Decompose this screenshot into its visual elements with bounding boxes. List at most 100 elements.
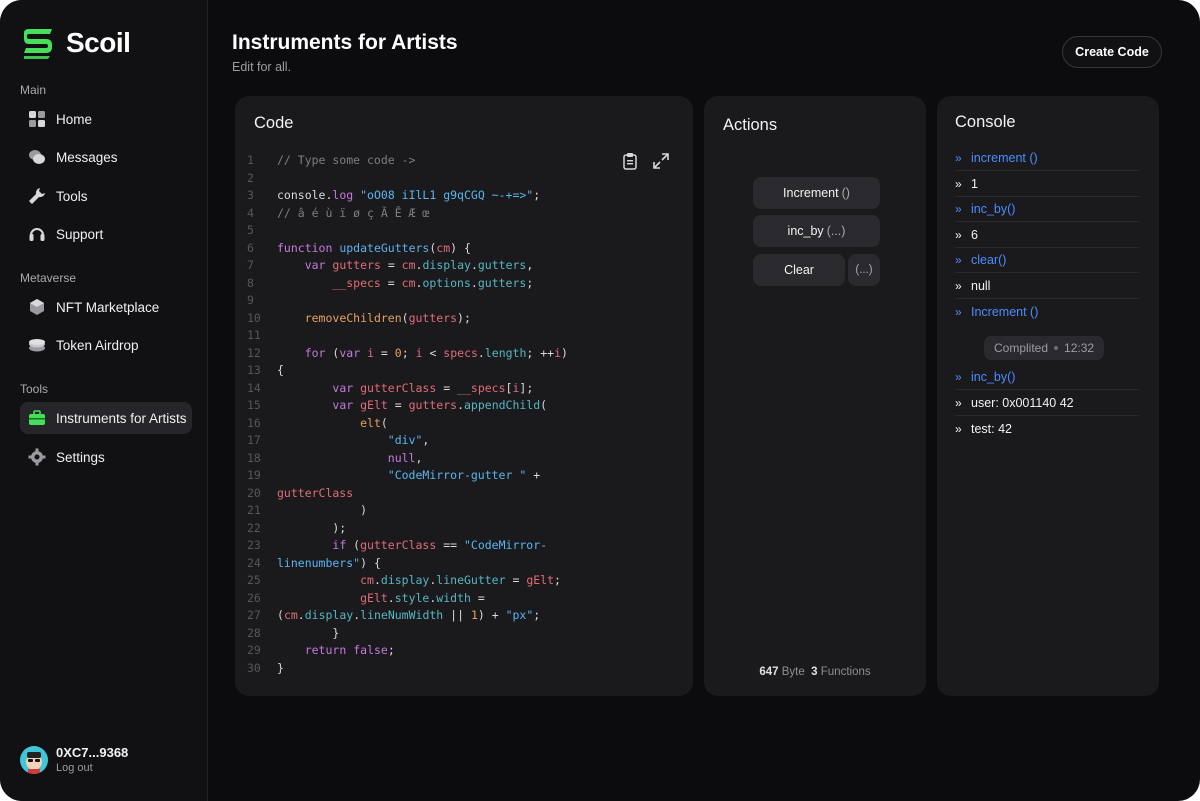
grid-icon <box>28 110 46 128</box>
console-call-row[interactable]: » clear() <box>955 248 1139 274</box>
line-number: 23 <box>247 538 261 552</box>
sidebar-item-nft-marketplace[interactable]: NFT Marketplace <box>20 291 192 323</box>
line-code: cm.display.lineGutter = gElt; <box>277 572 561 590</box>
console-row-text: 1 <box>971 176 978 191</box>
line-number: 21 <box>247 503 261 517</box>
completed-badge: Complited 12:32 <box>984 336 1105 360</box>
sidebar-item-instruments-for-artists[interactable]: Instruments for Artists <box>20 402 192 434</box>
code-token: cm <box>283 608 298 622</box>
code-line: 16 elt( <box>247 415 687 433</box>
code-token: , <box>415 450 423 465</box>
code-token: ( <box>401 310 409 325</box>
code-token: i <box>415 345 423 360</box>
code-token: , <box>526 258 534 272</box>
line-number: 20 <box>247 485 261 500</box>
code-line: 3 console.log "oO08 iIlL1 g9qCGQ ~-+=>"; <box>247 187 687 205</box>
sidebar-item-token-airdrop[interactable]: Token Airdrop <box>20 329 192 361</box>
console-output-row: » 6 <box>955 223 1139 248</box>
sidebar-item-messages[interactable]: Messages <box>20 141 192 173</box>
clear-button[interactable]: Clear <box>753 254 845 286</box>
code-line: 8 __specs = cm.options.gutters; <box>247 275 687 293</box>
brand-logo[interactable]: Scoil <box>20 26 131 60</box>
console-call-row[interactable]: » inc_by() <box>955 197 1139 223</box>
code-panel: Code 1// Type some code -> 2 3 console.log … <box>235 96 693 696</box>
line-code: // â é ù ï ø ç Ã Ē Æ œ <box>277 205 429 223</box>
code-line: 9 <box>247 292 687 310</box>
code-token: ( <box>380 415 388 430</box>
page-subtitle: Edit for all. <box>232 60 292 74</box>
line-number: 4 <box>247 205 254 220</box>
sidebar-item-settings[interactable]: Settings <box>20 441 192 473</box>
code-token: ]; <box>519 380 534 395</box>
console-row-text: null <box>971 279 991 293</box>
code-token: appendChild <box>464 398 541 412</box>
code-token: . <box>477 345 485 360</box>
sidebar-item-home[interactable]: Home <box>20 103 192 135</box>
chevron-right-icon: » <box>955 370 962 384</box>
line-code: } <box>277 660 284 678</box>
console-call-row[interactable]: » increment () <box>955 146 1139 171</box>
chat-icon <box>28 148 46 166</box>
chevron-right-icon: » <box>955 151 962 165</box>
code-token: for <box>304 345 326 360</box>
code-token: = <box>380 275 402 290</box>
code-line: 11 <box>247 327 687 345</box>
sidebar-item-support[interactable]: Support <box>20 218 192 250</box>
sidebar-item-tools[interactable]: Tools <box>20 180 192 212</box>
code-token: cm <box>436 240 451 255</box>
sidebar-item-label: Tools <box>56 188 88 204</box>
line-number: 30 <box>247 660 261 675</box>
code-token: . <box>297 608 305 622</box>
wrench-icon <box>28 187 46 205</box>
actions-panel: Actions Increment () inc_by (...) Clear … <box>704 96 926 696</box>
line-code: var gElt = gutters.appendChild( <box>277 397 547 415</box>
code-line: 27 (cm.display.lineNumWidth || 1) + "px"; <box>247 607 687 625</box>
code-token: || <box>443 608 471 622</box>
code-token: cm <box>360 573 374 587</box>
code-token: . <box>387 590 395 605</box>
code-token: log <box>332 188 354 202</box>
code-stats: 647 Byte 3 Functions <box>704 666 926 678</box>
code-token: var <box>304 258 326 272</box>
code-token: __specs <box>457 380 506 395</box>
code-token: if <box>332 538 347 552</box>
line-code: console.log "oO08 iIlL1 g9qCGQ ~-+=>"; <box>277 187 540 205</box>
code-token: ; <box>533 608 541 622</box>
code-token: ; <box>533 188 541 202</box>
logout-link[interactable]: Log out <box>56 762 128 774</box>
gear-icon <box>28 448 46 466</box>
clear-args-button[interactable]: (...) <box>848 254 880 286</box>
code-token: options <box>422 275 471 290</box>
user-profile[interactable]: 0XC7...9368 Log out <box>20 745 128 774</box>
code-token: ; <box>401 345 416 360</box>
code-token: . <box>457 398 464 412</box>
console-call-row[interactable]: » inc_by() <box>955 365 1139 390</box>
chevron-right-icon: » <box>955 279 962 293</box>
code-token: 1 <box>470 608 478 622</box>
code-line: 2 <box>247 170 687 188</box>
chevron-right-icon: » <box>955 305 962 320</box>
inc-by-button[interactable]: inc_by (...) <box>753 215 880 247</box>
code-line: 24 linenumbers") { <box>247 555 687 573</box>
code-token: ; <box>526 275 534 290</box>
line-number: 15 <box>247 398 261 412</box>
console-call-row[interactable]: » Increment () <box>955 300 1139 325</box>
line-code: (cm.display.lineNumWidth || 1) + "px"; <box>277 607 540 625</box>
line-code: var gutterClass = __specs[i]; <box>277 380 533 398</box>
line-number: 25 <box>247 573 261 587</box>
increment-button[interactable]: Increment () <box>753 177 880 209</box>
create-code-button[interactable]: Create Code <box>1062 36 1162 68</box>
headset-icon <box>28 225 46 243</box>
code-token: cm <box>401 275 416 290</box>
code-editor[interactable]: 1// Type some code -> 2 3 console.log "oO08… <box>247 152 687 677</box>
sidebar: Scoil Main Home Messages Tools Support M… <box>0 0 208 801</box>
line-number: 10 <box>247 310 261 325</box>
code-token: gutterClass <box>277 485 354 500</box>
